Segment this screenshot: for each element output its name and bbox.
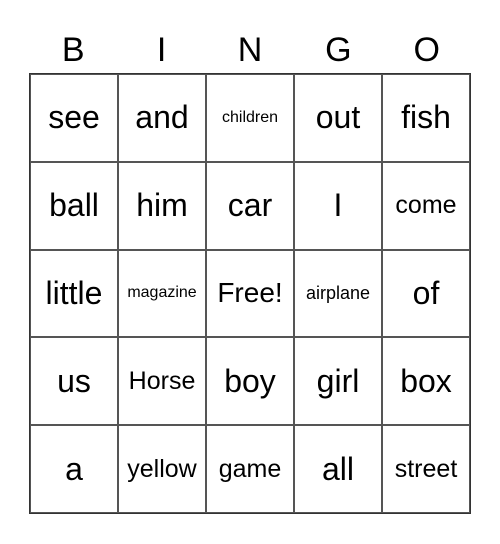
bingo-cell[interactable]: game	[206, 425, 294, 513]
bingo-cell[interactable]: boy	[206, 337, 294, 426]
bingo-cell[interactable]: out	[294, 74, 382, 162]
bingo-cell[interactable]: all	[294, 425, 382, 513]
bingo-cell[interactable]: see	[30, 74, 118, 162]
bingo-cell[interactable]: ball	[30, 161, 118, 250]
bingo-cell[interactable]: car	[206, 161, 294, 250]
bingo-cell[interactable]: street	[382, 425, 470, 513]
bingo-cell[interactable]: of	[382, 249, 470, 338]
bingo-cell[interactable]: yellow	[118, 425, 206, 513]
bingo-cell[interactable]: and	[118, 74, 206, 162]
bingo-cell[interactable]: a	[30, 425, 118, 513]
bingo-cell[interactable]: little	[30, 249, 118, 338]
bingo-cell[interactable]: him	[118, 161, 206, 250]
header-letter-n: N	[237, 31, 263, 69]
bingo-cell[interactable]: us	[30, 337, 118, 426]
header-letter-o: O	[413, 31, 440, 69]
header-letter-i: I	[156, 31, 167, 69]
bingo-cell[interactable]: girl	[294, 337, 382, 426]
bingo-cell[interactable]: airplane	[294, 249, 382, 338]
bingo-card-grid: see and children out fish ball him car I…	[29, 73, 471, 514]
free-space-cell[interactable]: Free!	[206, 249, 294, 338]
bingo-cell[interactable]: Horse	[118, 337, 206, 426]
bingo-cell[interactable]: box	[382, 337, 470, 426]
bingo-cell[interactable]: fish	[382, 74, 470, 162]
bingo-header: B I N G O	[29, 28, 471, 72]
header-letter-g: G	[325, 31, 352, 69]
bingo-cell[interactable]: magazine	[118, 249, 206, 338]
header-letter-b: B	[61, 31, 85, 69]
bingo-cell[interactable]: I	[294, 161, 382, 250]
bingo-cell[interactable]: come	[382, 161, 470, 250]
bingo-cell[interactable]: children	[206, 74, 294, 162]
